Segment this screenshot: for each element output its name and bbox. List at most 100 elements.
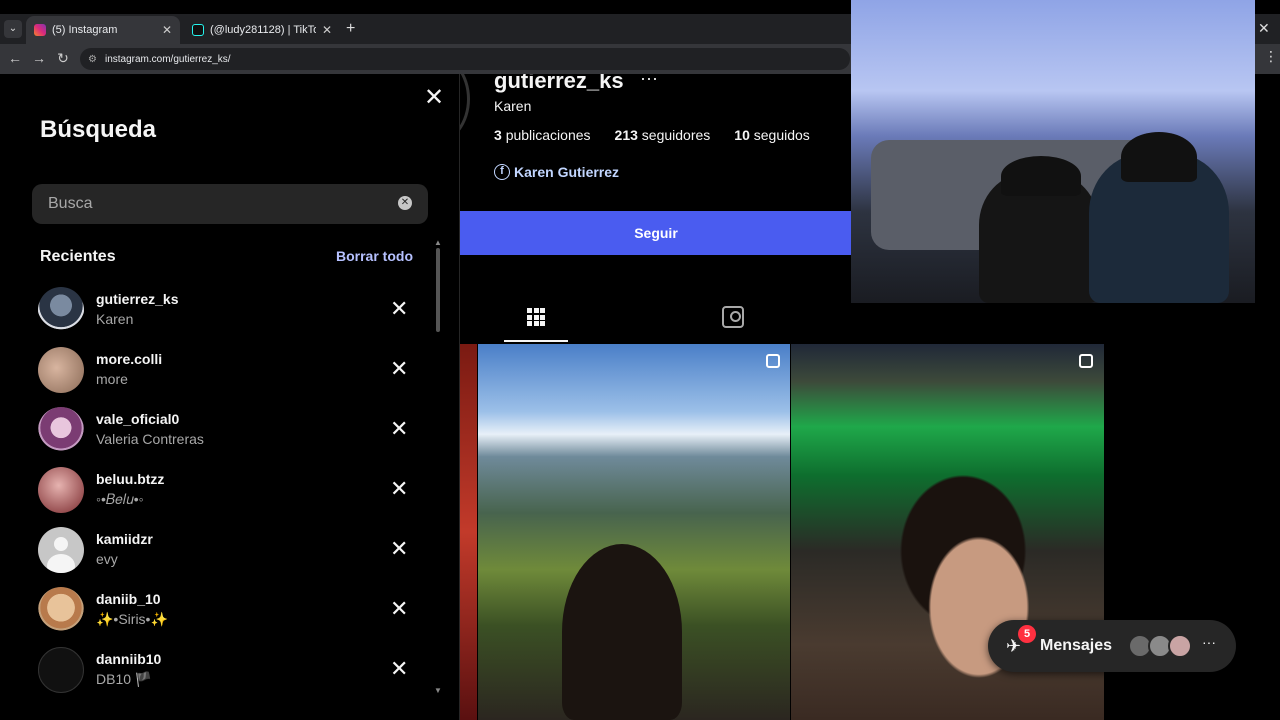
tab-title: (@ludy281128) | TikTok	[210, 24, 316, 36]
close-search-icon[interactable]: ✕	[424, 86, 444, 110]
followers-count: 213	[614, 127, 638, 143]
avatar	[38, 347, 84, 393]
recent-fullname: evy	[96, 551, 118, 567]
reload-icon[interactable]: ↻	[54, 50, 72, 67]
recent-item[interactable]: kamiidzr evy ✕	[0, 520, 434, 580]
recent-item[interactable]: gutierrez_ks Karen ✕	[0, 280, 434, 340]
browser-menu-icon[interactable]: ⋮	[1264, 48, 1278, 65]
new-tab-button[interactable]: +	[346, 20, 355, 38]
more-icon: ···	[1202, 634, 1216, 650]
recent-fullname: ✨•Siris•✨	[96, 611, 168, 627]
tagged-icon[interactable]	[722, 306, 744, 328]
message-avatars	[1128, 634, 1192, 658]
followers-label: seguidores	[641, 127, 711, 143]
recent-username: kamiidzr	[96, 531, 153, 547]
facebook-link-text: Karen Gutierrez	[514, 164, 620, 180]
recent-username: gutierrez_ks	[96, 291, 179, 307]
recent-item[interactable]: beluu.btzz ◦•𝐵𝑒𝑙𝑢•◦ ✕	[0, 460, 434, 520]
carousel-icon	[1079, 354, 1093, 368]
post-photo-subject	[562, 544, 682, 720]
following-count: 10	[734, 127, 750, 143]
recent-list: gutierrez_ks Karen ✕ more.colli more ✕ v…	[0, 280, 434, 700]
profile-stats: 3 publicaciones 213 seguidores 10 seguid…	[494, 127, 834, 143]
recent-username: beluu.btzz	[96, 471, 165, 487]
messages-badge: 5	[1018, 625, 1036, 643]
avatar	[38, 407, 84, 453]
window-close-icon[interactable]: ✕	[1258, 20, 1270, 37]
webcam-overlay	[851, 0, 1255, 303]
remove-recent-icon[interactable]: ✕	[390, 658, 408, 680]
remove-recent-icon[interactable]: ✕	[390, 298, 408, 320]
facebook-icon: f	[494, 164, 510, 180]
messages-pill[interactable]: ✈ 5 Mensajes ···	[988, 620, 1236, 672]
scroll-down-icon[interactable]: ▼	[434, 686, 442, 695]
options-icon[interactable]: ···	[640, 74, 658, 89]
post-thumbnail[interactable]	[460, 344, 477, 720]
instagram-favicon-icon	[34, 24, 46, 36]
search-title: Búsqueda	[40, 116, 157, 143]
profile-display-name: Karen	[494, 98, 532, 114]
close-tab-icon[interactable]: ✕	[322, 23, 332, 37]
avatar	[38, 467, 84, 513]
default-avatar-icon	[38, 527, 84, 573]
scroll-up-icon[interactable]: ▲	[434, 238, 442, 247]
recent-scrollbar[interactable]: ▲ ▼	[434, 238, 442, 698]
close-tab-icon[interactable]: ✕	[162, 23, 172, 37]
recent-username: danniib10	[96, 651, 162, 667]
remove-recent-icon[interactable]: ✕	[390, 358, 408, 380]
recent-item[interactable]: vale_oficial0 Valeria Contreras ✕	[0, 400, 434, 460]
remove-recent-icon[interactable]: ✕	[390, 598, 408, 620]
back-arrow-icon[interactable]: ←	[6, 50, 24, 66]
browser-tab-instagram[interactable]: (5) Instagram ✕	[26, 16, 180, 44]
avatar	[1168, 634, 1192, 658]
grid-icon	[527, 308, 545, 326]
post-thumbnail[interactable]	[478, 344, 790, 720]
posts-count: 3	[494, 127, 502, 143]
posts-stat: 3 publicaciones	[494, 127, 591, 143]
profile-avatar[interactable]	[460, 74, 470, 144]
following-label: seguidos	[753, 127, 810, 143]
avatar	[38, 647, 84, 693]
carousel-icon	[766, 354, 780, 368]
following-stat[interactable]: 10 seguidos	[734, 127, 810, 143]
url-field[interactable]: ⚙ instagram.com/gutierrez_ks/	[80, 48, 850, 70]
site-info-icon[interactable]: ⚙	[88, 54, 97, 65]
recent-fullname: Karen	[96, 311, 134, 327]
remove-recent-icon[interactable]: ✕	[390, 478, 408, 500]
recent-item[interactable]: more.colli more ✕	[0, 340, 434, 400]
tiktok-favicon-icon	[192, 24, 204, 36]
avatar	[38, 287, 84, 333]
clear-search-icon[interactable]: ✕	[398, 196, 412, 210]
webcam-cap	[1121, 132, 1197, 182]
tab-posts[interactable]	[504, 294, 568, 342]
clear-all-button[interactable]: Borrar todo	[336, 248, 413, 264]
recent-item[interactable]: daniib_10 ✨•Siris•✨ ✕	[0, 580, 434, 640]
profile-username: gutierrez_ks	[494, 74, 624, 93]
forward-arrow-icon[interactable]: →	[30, 50, 48, 66]
remove-recent-icon[interactable]: ✕	[390, 418, 408, 440]
url-text: instagram.com/gutierrez_ks/	[104, 53, 231, 65]
search-input[interactable]	[48, 195, 378, 213]
scrollbar-thumb[interactable]	[436, 248, 440, 332]
recent-username: daniib_10	[96, 591, 161, 607]
followers-stat[interactable]: 213 seguidores	[615, 127, 711, 143]
recent-fullname: Valeria Contreras	[96, 431, 204, 447]
messenger-icon: ✈ 5	[1006, 625, 1036, 657]
facebook-link[interactable]: f Karen Gutierrez	[494, 164, 619, 180]
follow-button[interactable]: Seguir	[460, 211, 852, 255]
recent-fullname: DB10 🏴	[96, 671, 153, 687]
search-panel: ✕ Búsqueda ✕ Recientes Borrar todo gutie…	[0, 74, 460, 720]
recent-fullname: ◦•𝐵𝑒𝑙𝑢•◦	[96, 491, 144, 507]
recent-fullname: more	[96, 371, 128, 387]
tab-title: (5) Instagram	[52, 24, 118, 36]
browser-tab-tiktok[interactable]: (@ludy281128) | TikTok ✕	[184, 16, 340, 44]
search-box[interactable]: ✕	[32, 184, 428, 224]
recent-item[interactable]: danniib10 DB10 🏴 ✕	[0, 640, 434, 700]
recent-username: more.colli	[96, 351, 163, 367]
remove-recent-icon[interactable]: ✕	[390, 538, 408, 560]
tab-search-button[interactable]: ⌄	[4, 20, 22, 38]
messages-label: Mensajes	[1040, 637, 1113, 654]
recent-heading: Recientes	[40, 248, 116, 265]
webcam-cap	[1001, 156, 1081, 196]
posts-label: publicaciones	[505, 127, 591, 143]
